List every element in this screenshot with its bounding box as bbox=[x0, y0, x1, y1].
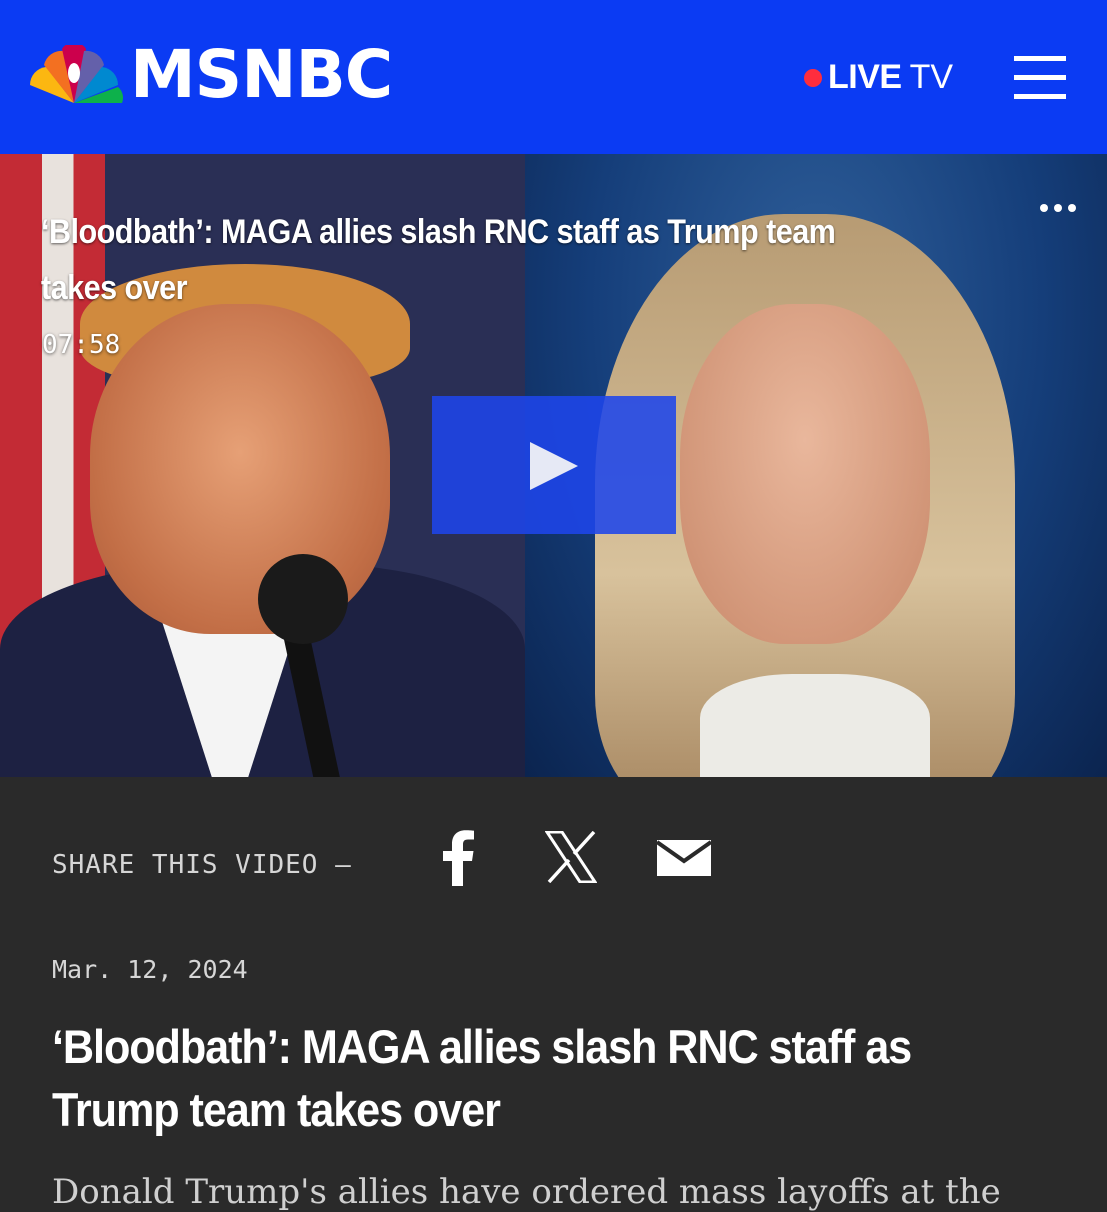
live-label: LIVE bbox=[828, 58, 902, 96]
email-icon[interactable] bbox=[657, 840, 711, 876]
live-tv-button[interactable]: LIVE TV bbox=[804, 58, 953, 97]
share-label: SHARE THIS VIDEO — bbox=[52, 850, 352, 880]
video-player[interactable]: ‘Bloodbath’: MAGA allies slash RNC staff… bbox=[0, 154, 1107, 777]
play-icon bbox=[530, 442, 578, 490]
article-date: Mar. 12, 2024 bbox=[52, 955, 248, 984]
peacock-icon bbox=[29, 45, 124, 103]
play-button[interactable] bbox=[432, 396, 676, 534]
video-duration: 07:58 bbox=[42, 330, 121, 360]
more-options-icon[interactable] bbox=[1040, 204, 1076, 214]
x-icon[interactable] bbox=[545, 831, 597, 883]
site-header: MSNBC LIVE TV bbox=[0, 0, 1107, 154]
live-dot-icon bbox=[804, 68, 822, 87]
article-headline: ‘Bloodbath’: MAGA allies slash RNC staff… bbox=[52, 1020, 912, 1136]
article-dek: Donald Trump's allies have ordered mass … bbox=[52, 1172, 1001, 1212]
facebook-icon[interactable] bbox=[441, 830, 475, 886]
tv-label: TV bbox=[909, 58, 954, 96]
video-title: ‘Bloodbath’: MAGA allies slash RNC staff… bbox=[41, 213, 836, 307]
msnbc-logo[interactable]: MSNBC bbox=[24, 36, 393, 113]
brand-wordmark: MSNBC bbox=[130, 36, 393, 113]
hamburger-menu-icon[interactable] bbox=[1014, 56, 1066, 100]
